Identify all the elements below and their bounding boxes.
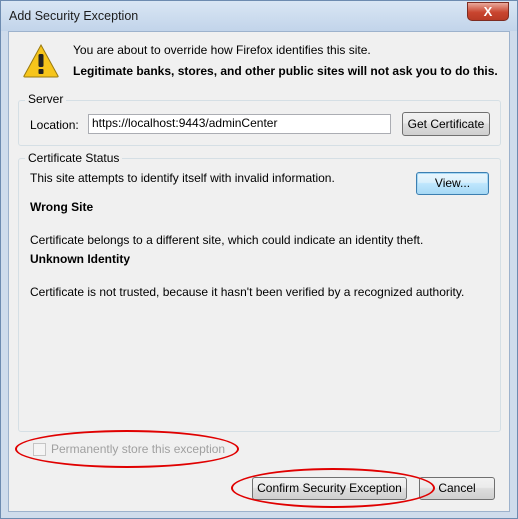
unknown-identity-text: Certificate is not trusted, because it h… bbox=[30, 285, 465, 299]
confirm-security-exception-button[interactable]: Confirm Security Exception bbox=[252, 477, 407, 500]
unknown-identity-heading: Unknown Identity bbox=[30, 252, 130, 266]
dialog-body: You are about to override how Firefox id… bbox=[8, 31, 510, 512]
warning-bold-message: Legitimate banks, stores, and other publ… bbox=[73, 64, 498, 78]
view-button[interactable]: View... bbox=[416, 172, 489, 195]
wrong-site-heading: Wrong Site bbox=[30, 200, 94, 214]
window-title: Add Security Exception bbox=[9, 9, 139, 23]
location-label: Location: bbox=[30, 118, 79, 132]
cancel-button[interactable]: Cancel bbox=[419, 477, 495, 500]
close-button[interactable]: X bbox=[467, 2, 509, 21]
location-input[interactable]: https://localhost:9443/adminCenter bbox=[88, 114, 391, 134]
certificate-status-legend: Certificate Status bbox=[25, 151, 123, 165]
warning-icon bbox=[23, 44, 59, 78]
get-certificate-button[interactable]: Get Certificate bbox=[402, 112, 490, 136]
permanent-store-label[interactable]: Permanently store this exception bbox=[51, 442, 225, 456]
wrong-site-text: Certificate belongs to a different site,… bbox=[30, 233, 424, 247]
server-legend: Server bbox=[25, 92, 67, 106]
warning-message: You are about to override how Firefox id… bbox=[73, 43, 371, 57]
permanent-store-checkbox[interactable] bbox=[33, 443, 46, 456]
dialog-window: Add Security Exception X You are about t… bbox=[0, 0, 518, 519]
status-intro-text: This site attempts to identify itself wi… bbox=[30, 171, 335, 185]
title-bar[interactable]: Add Security Exception X bbox=[1, 1, 517, 31]
